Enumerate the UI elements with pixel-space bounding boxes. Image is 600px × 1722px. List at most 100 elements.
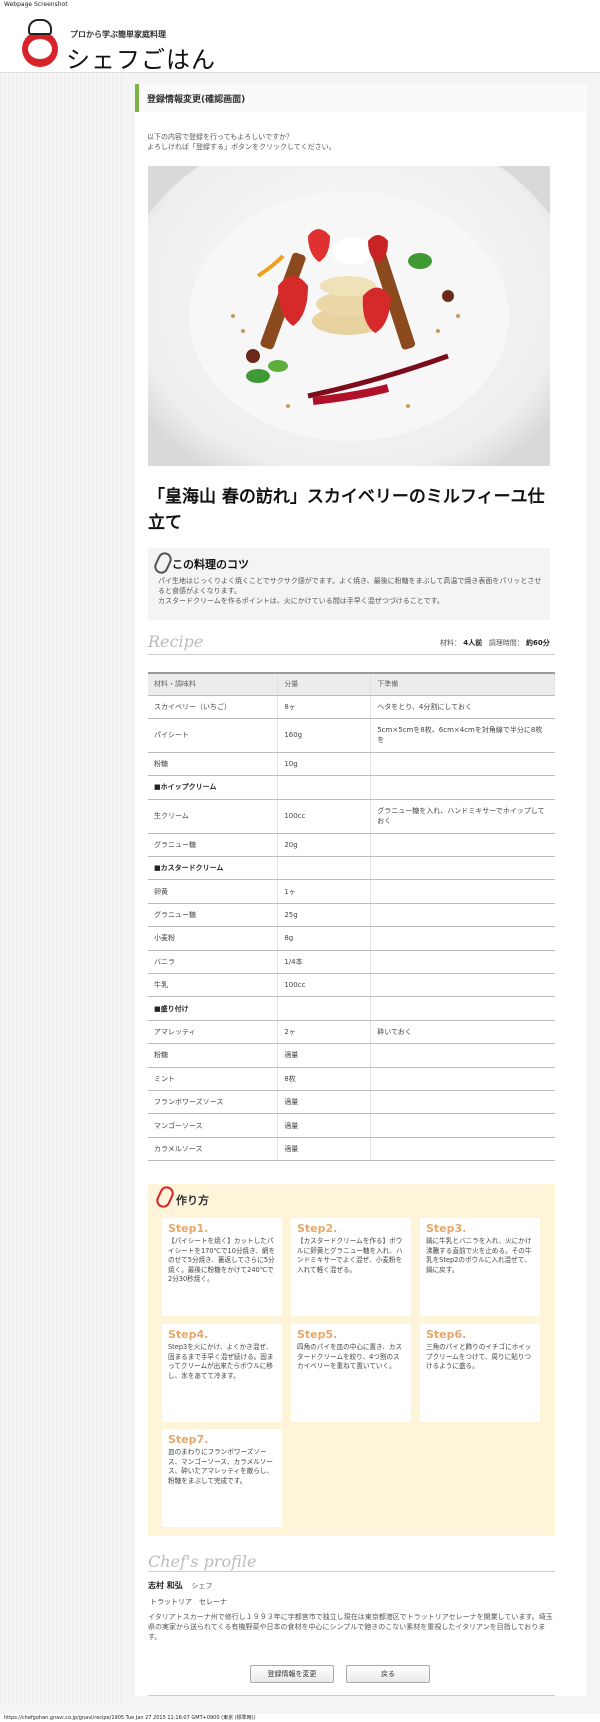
ingredient-prep	[370, 879, 555, 904]
recipe-photo	[148, 166, 550, 466]
ingredient-name: カラメルソース	[148, 1137, 279, 1162]
ingredient-prep	[370, 1137, 555, 1162]
table-row: 生クリーム 100cc グラニュー糖を入れ、ハンドミキサーでホイップしておく	[148, 799, 555, 834]
cooking-tips-body: パイ生地はじっくりよく焼くことでサクサク感がでます。よく焼き、最後に粉糖をまぶし…	[158, 576, 542, 606]
step-body: 鍋に牛乳とバニラを入れ、火にかけ沸騰する直前で火を止める。その牛乳をStep2の…	[426, 1237, 532, 1274]
ingredient-prep	[370, 856, 555, 881]
ingredient-amount: 1ヶ	[277, 879, 372, 904]
ingredient-amount: 適量	[277, 1043, 372, 1068]
ingredient-prep	[370, 1043, 555, 1068]
step-title: Step7.	[168, 1433, 209, 1446]
ingredient-amount: 1/4本	[277, 950, 372, 975]
tips-line-2: カスタードクリームを作るポイントは、火にかけている間は手早く混ぜつづけることです…	[158, 597, 444, 605]
change-registration-button[interactable]: 登録情報を変更	[250, 1665, 334, 1683]
instructions-box: 作り方 Step1. 【パイシートを焼く】カットしたパイシートを170℃で10分…	[148, 1184, 555, 1536]
ingredient-prep: 砕いておく	[370, 1020, 555, 1045]
ingredient-name: マンゴーソース	[148, 1113, 279, 1138]
step-title: Step2.	[297, 1222, 338, 1235]
section-label: ■カスタードクリーム	[148, 856, 279, 881]
divider	[148, 654, 555, 655]
step-title: Step5.	[297, 1328, 338, 1341]
ingredient-amount: 8枚	[277, 1067, 372, 1091]
logo-text[interactable]: シェフごはん	[66, 40, 216, 75]
table-row: 卵黄 1ヶ	[148, 879, 555, 904]
ingredient-prep	[370, 752, 555, 777]
ingredient-amount	[277, 996, 372, 1021]
table-row: 小麦粉 8g	[148, 926, 555, 951]
table-row: グラニュー糖 25g	[148, 903, 555, 928]
back-button[interactable]: 戻る	[346, 1665, 430, 1683]
ingredient-name: バニラ	[148, 950, 279, 975]
left-sidebar-pattern	[0, 74, 122, 1704]
table-row: グラニュー糖 20g	[148, 833, 555, 858]
ingredient-name: ミント	[148, 1067, 279, 1091]
ingredient-amount	[277, 856, 372, 881]
step-body: Step3を火にかけ、よくかき混ぜ、固まるまで手早く混ぜ続ける。固まってクリーム…	[168, 1343, 274, 1380]
ingredient-prep	[370, 973, 555, 998]
ingredient-prep	[370, 833, 555, 858]
cooking-tips-box: この料理のコツ パイ生地はじっくりよく焼くことでサクサク感がでます。よく焼き、最…	[148, 548, 550, 620]
ingredient-name: 卵黄	[148, 879, 279, 904]
chef-title: シェフ	[191, 1582, 213, 1590]
ingredient-amount: 100cc	[277, 973, 372, 998]
table-row: アマレッティ 2ヶ 砕いておく	[148, 1020, 555, 1045]
ingredient-amount: 20g	[277, 833, 372, 858]
table-header: 分量	[277, 672, 372, 696]
logo-tagline: プロから学ぶ簡単家庭料理	[70, 30, 166, 39]
page-title-bar: 登録情報変更(確認画面)	[135, 84, 587, 112]
step-body: 皿のまわりにフランボワーズソース、マンゴーソース、カラメルソース、砕いたアマレッ…	[168, 1448, 274, 1485]
tips-line-1: パイ生地はじっくりよく焼くことでサクサク感がでます。よく焼き、最後に粉糖をまぶし…	[158, 577, 542, 595]
paperclip-icon	[154, 1184, 176, 1210]
ingredient-name: アマレッティ	[148, 1020, 279, 1045]
dessert-plate-image	[148, 166, 550, 466]
table-row: バニラ 1/4本	[148, 950, 555, 975]
step-title: Step4.	[168, 1328, 209, 1341]
table-row: フランボワーズソース 適量	[148, 1090, 555, 1115]
step-body: 四角のパイを皿の中心に置き、カスタードクリームを絞り、4つ割のスカイベリーを重ね…	[297, 1343, 403, 1371]
step-card: Step3. 鍋に牛乳とバニラを入れ、火にかけ沸騰する直前で火を止める。その牛乳…	[420, 1218, 540, 1316]
table-header-row: 材料・調味料 分量 下準備	[148, 672, 555, 696]
table-row: スカイベリー（いちご） 8ヶ ヘタをとり、4分割にしておく	[148, 695, 555, 719]
divider	[148, 1695, 555, 1696]
ingredient-amount: 8g	[277, 926, 372, 951]
table-header: 材料・調味料	[148, 672, 279, 696]
section-label: ■ホイップクリーム	[148, 775, 279, 800]
step-title: Step6.	[426, 1328, 467, 1341]
table-row: 粉糖 適量	[148, 1043, 555, 1068]
restaurant-name: トラットリア セレーナ	[150, 1598, 227, 1606]
time-label: 調理時間：	[488, 639, 524, 647]
ingredient-name: 生クリーム	[148, 799, 279, 834]
ingredient-name: 粉糖	[148, 1043, 279, 1068]
step-body: 【パイシートを焼く】カットしたパイシートを170℃で10分焼き、網をのせて5分焼…	[168, 1237, 276, 1284]
table-section-row: ■ホイップクリーム	[148, 775, 555, 800]
step-title: Step3.	[426, 1222, 467, 1235]
recipe-meta: 材料： 4人前 調理時間： 約60分	[440, 638, 550, 648]
ingredient-name: スカイベリー（いちご）	[148, 695, 279, 719]
ingredient-name: グラニュー糖	[148, 833, 279, 858]
ingredient-prep	[370, 1067, 555, 1091]
ingredient-amount	[277, 775, 372, 800]
cooking-tips-title: この料理のコツ	[172, 558, 249, 571]
ingredient-amount: 25g	[277, 903, 372, 928]
table-row: ミント 8枚	[148, 1067, 555, 1091]
table-header: 下準備	[370, 672, 555, 696]
ingredient-amount: 適量	[277, 1137, 372, 1162]
step-card: Step6. 三角のパイと飾りのイチゴにホイップクリームをつけて、周りに貼りつけ…	[420, 1324, 540, 1422]
ingredients-table: 材料・調味料 分量 下準備 スカイベリー（いちご） 8ヶ ヘタをとり、4分割にしてお…	[148, 672, 555, 1162]
table-row: マンゴーソース 適量	[148, 1113, 555, 1138]
step-card: Step1. 【パイシートを焼く】カットしたパイシートを170℃で10分焼き、網…	[162, 1218, 282, 1316]
ingredient-prep	[370, 1090, 555, 1115]
ingredient-amount: 適量	[277, 1090, 372, 1115]
chef-bio: イタリアトスカーナ州で修行し１９９３年に宇都宮市で独立し現在は東京都港区でトラッ…	[148, 1613, 553, 1641]
recipe-title: 「皇海山 春の訪れ」スカイベリーのミルフィーユ仕立て	[148, 487, 545, 533]
step-card: Step7. 皿のまわりにフランボワーズソース、マンゴーソース、カラメルソース、…	[162, 1429, 282, 1527]
ingredient-prep	[370, 1113, 555, 1138]
chef-logo-icon[interactable]	[22, 31, 58, 67]
ingredient-prep: グラニュー糖を入れ、ハンドミキサーでホイップしておく	[370, 799, 555, 834]
page-url-footer: https://chefgohan.gnavi.co.jp/gnavi/reci…	[0, 1714, 600, 1722]
section-label: ■盛り付け	[148, 996, 279, 1021]
ingredient-amount: 100cc	[277, 799, 372, 834]
chef-name: 志村 和弘	[148, 1581, 183, 1590]
ingredient-name: フランボワーズソース	[148, 1090, 279, 1115]
ingredient-prep: 5cm×5cmを8枚、6cm×4cmを対角線で半分に8枚を	[370, 718, 555, 753]
